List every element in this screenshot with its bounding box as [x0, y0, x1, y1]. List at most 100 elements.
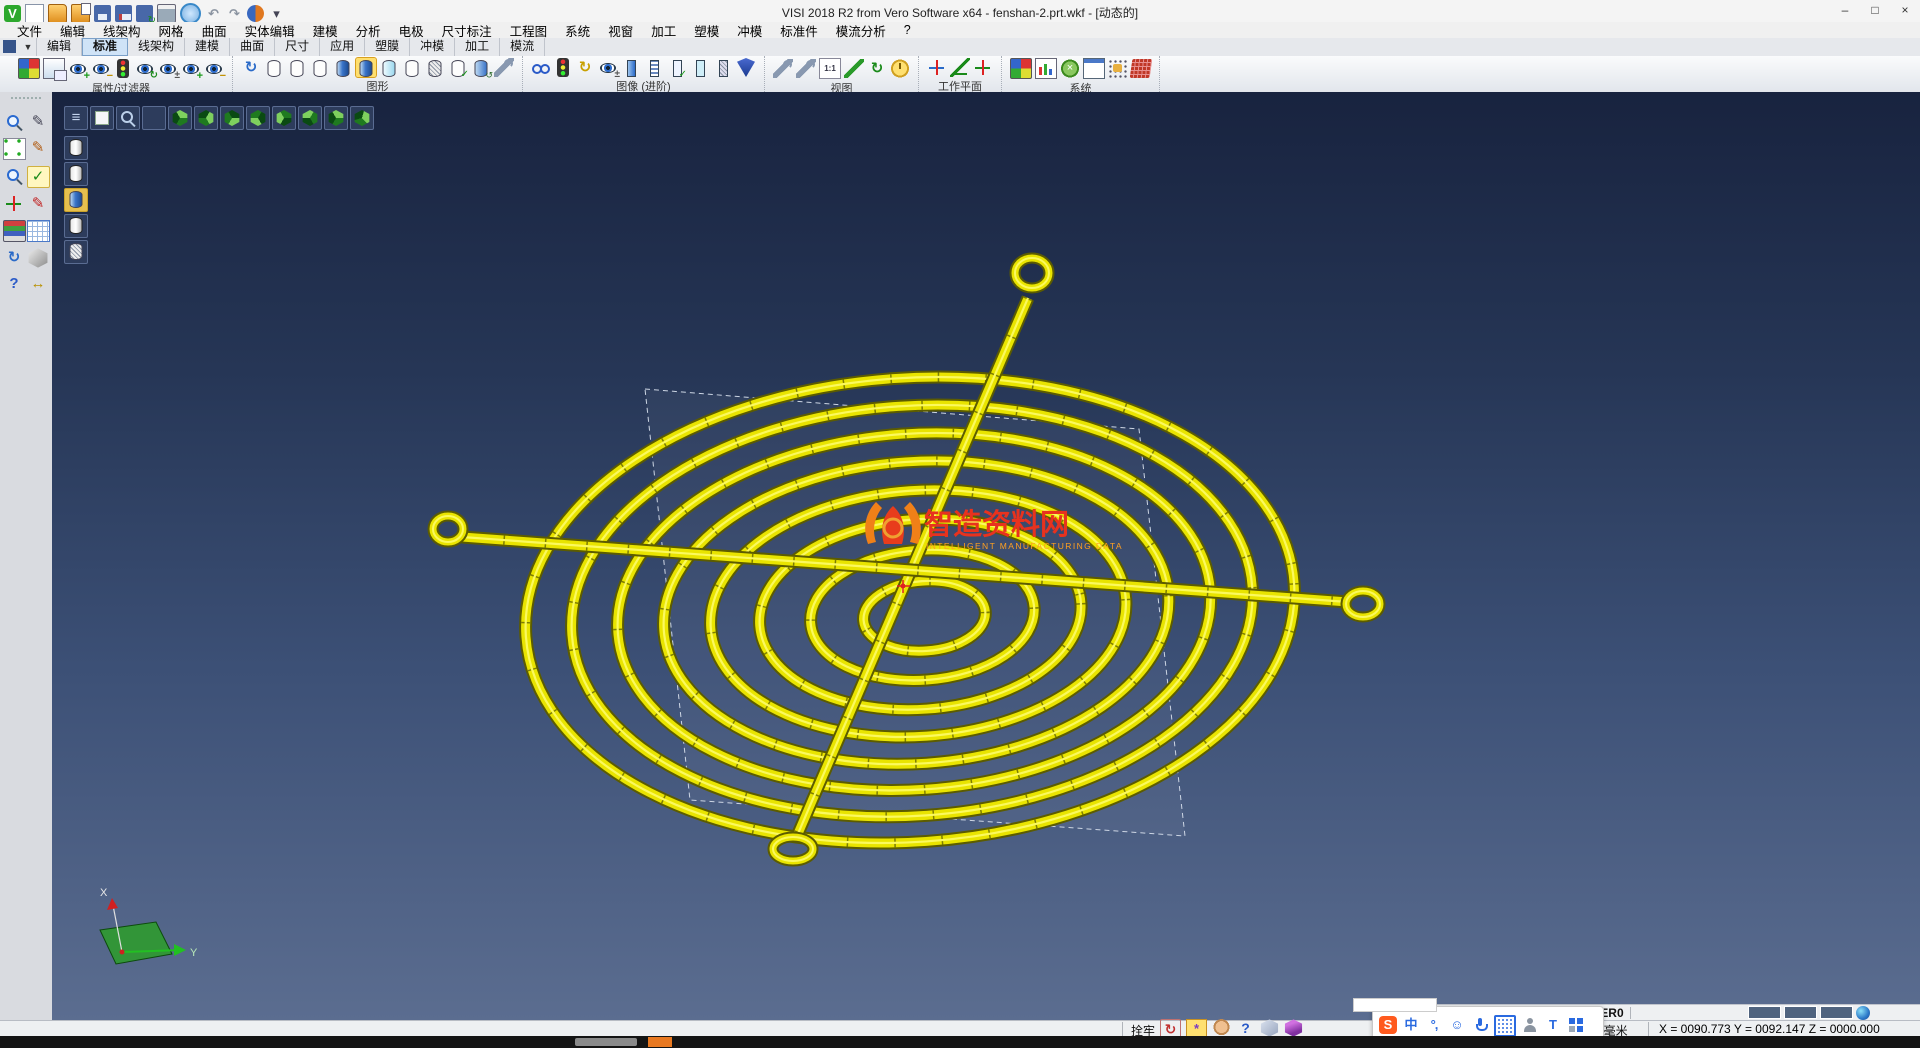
menu-系统[interactable]: 系统 — [556, 21, 599, 40]
advanced-filter-icon[interactable] — [557, 58, 569, 77]
language-globe-icon[interactable] — [1856, 1006, 1870, 1020]
menu-?[interactable]: ? — [895, 23, 920, 37]
view-timer-icon[interactable] — [890, 59, 910, 78]
view-iso-right-icon[interactable] — [246, 106, 270, 130]
ghost-mode-icon[interactable] — [402, 58, 422, 77]
hidden-line-mode-icon[interactable] — [287, 58, 307, 77]
status-workplane-cube-icon[interactable] — [1284, 1019, 1303, 1037]
wireframe-mode-icon[interactable] — [264, 58, 284, 77]
graphics-viewport[interactable]: 智造资料网 INTELLIGENT MANUFACTURING DATA X Y… — [52, 92, 1920, 1020]
status-help-icon[interactable]: ? — [1236, 1019, 1255, 1037]
section-striped-icon[interactable] — [644, 58, 664, 77]
menu-文件[interactable]: 文件 — [8, 21, 51, 40]
ime-skin-person-icon[interactable] — [1521, 1016, 1539, 1034]
view-iso-sw-icon[interactable] — [324, 106, 348, 130]
shade-hidden-icon[interactable] — [64, 162, 88, 186]
menu-建模[interactable]: 建模 — [304, 21, 347, 40]
workplane-align-icon[interactable] — [973, 58, 993, 77]
refresh-model-icon[interactable]: ↻ — [4, 248, 25, 268]
view-plane-icon[interactable] — [90, 106, 114, 130]
edit-cancel-icon[interactable]: ✎ — [28, 112, 49, 132]
section-blue-icon[interactable] — [621, 58, 641, 77]
sogou-logo-icon[interactable]: S — [1379, 1016, 1397, 1034]
tab-应用[interactable]: 应用 — [320, 38, 365, 56]
status-hand-icon[interactable] — [1212, 1019, 1231, 1037]
view-iso-left-icon[interactable] — [194, 106, 218, 130]
clip-plane-icon[interactable] — [736, 58, 756, 77]
tab-dropdown-caret[interactable]: ▼ — [20, 38, 37, 56]
status-snap-cube-icon[interactable] — [1260, 1019, 1279, 1037]
solid-cube-icon[interactable] — [28, 248, 49, 268]
menu-冲模[interactable]: 冲模 — [728, 21, 771, 40]
toggle-visibility-icon[interactable] — [158, 59, 178, 78]
refresh-visibility-icon[interactable] — [135, 59, 155, 78]
menu-实体编辑[interactable]: 实体编辑 — [236, 21, 304, 40]
tab-曲面[interactable]: 曲面 — [230, 38, 275, 56]
ime-emoji-icon[interactable]: ☺ — [1448, 1016, 1466, 1034]
section-light-icon[interactable] — [690, 58, 710, 77]
confirm-check-icon[interactable]: ✓ — [27, 166, 50, 188]
advanced-refresh-icon[interactable]: ↻ — [575, 58, 595, 77]
tab-冲模[interactable]: 冲模 — [410, 38, 455, 56]
menu-分析[interactable]: 分析 — [347, 21, 390, 40]
view-iso-back-icon[interactable] — [272, 106, 296, 130]
advanced-view-icon[interactable] — [531, 58, 551, 77]
ime-chinese-mode-icon[interactable]: 中 — [1402, 1016, 1420, 1034]
help-question-icon[interactable]: ? — [4, 274, 25, 294]
tab-线架构[interactable]: 线架构 — [128, 38, 185, 56]
menu-视窗[interactable]: 视窗 — [599, 21, 642, 40]
menu-模流分析[interactable]: 模流分析 — [827, 21, 895, 40]
menu-电极[interactable]: 电极 — [390, 21, 433, 40]
view-iso-top-icon[interactable] — [168, 106, 192, 130]
close-window-icon[interactable]: × — [1890, 0, 1920, 21]
system-chart-icon[interactable] — [1035, 58, 1057, 79]
display-settings-icon[interactable] — [494, 58, 514, 77]
menu-曲面[interactable]: 曲面 — [193, 21, 236, 40]
layer-color-3-icon[interactable] — [1820, 1006, 1853, 1019]
workplane-edit-icon[interactable] — [950, 58, 970, 77]
snap-settings-icon[interactable] — [1108, 59, 1128, 78]
measure-view-icon[interactable] — [844, 59, 864, 78]
shade-mesh-icon[interactable] — [64, 240, 88, 264]
layer-palette-icon[interactable] — [3, 220, 26, 242]
sketch-pen-icon[interactable]: ✎ — [28, 138, 49, 158]
shaded-check-mode-icon[interactable] — [448, 58, 468, 77]
ime-punctuation-icon[interactable]: °, — [1425, 1016, 1443, 1034]
ime-skin-shirt-icon[interactable]: T — [1544, 1016, 1562, 1034]
zoom-search-icon[interactable] — [4, 112, 25, 132]
ime-keyboard-icon[interactable] — [1494, 1015, 1516, 1037]
tab-标准[interactable]: 标准 — [82, 38, 128, 56]
tab-编辑[interactable]: 编辑 — [37, 38, 82, 56]
section-check-icon[interactable] — [667, 58, 687, 77]
view-tools-icon[interactable] — [773, 59, 793, 78]
shaded-mode-icon[interactable] — [333, 58, 353, 77]
view-zoom-icon[interactable] — [116, 106, 140, 130]
show-entities-icon[interactable] — [68, 59, 88, 78]
view-tools-alt-icon[interactable] — [796, 59, 816, 78]
move-axes-icon[interactable] — [4, 194, 25, 214]
section-mesh-icon[interactable] — [713, 58, 733, 77]
regen-view-icon[interactable]: ↻ — [867, 59, 887, 78]
color-table-icon[interactable] — [1010, 58, 1032, 79]
menu-标准件[interactable]: 标准件 — [771, 21, 827, 40]
layer-color-2-icon[interactable] — [1784, 1006, 1817, 1019]
tab-加工[interactable]: 加工 — [455, 38, 500, 56]
grid-pad-icon[interactable] — [1130, 59, 1153, 78]
minimize-window-icon[interactable]: – — [1830, 0, 1860, 21]
menu-工程图[interactable]: 工程图 — [501, 21, 557, 40]
dynamic-shade-mode-icon[interactable] — [471, 58, 491, 77]
menu-线架构[interactable]: 线架构 — [94, 21, 150, 40]
tab-建模[interactable]: 建模 — [185, 38, 230, 56]
tab-模流[interactable]: 模流 — [500, 38, 545, 56]
tab-尺寸[interactable]: 尺寸 — [275, 38, 320, 56]
system-settings-icon[interactable] — [1060, 59, 1080, 78]
transparent-mode-icon[interactable] — [379, 58, 399, 77]
attribute-delete-icon[interactable] — [18, 58, 40, 79]
add-to-visible-icon[interactable] — [181, 59, 201, 78]
view-axes-icon[interactable] — [142, 106, 166, 130]
curve-edit-icon[interactable]: ✎ — [28, 194, 49, 214]
view-iso-front-icon[interactable] — [220, 106, 244, 130]
regenerate-icon[interactable]: ↻ — [241, 58, 261, 77]
taskbar-item-gray[interactable] — [575, 1038, 637, 1046]
window-options-icon[interactable] — [1083, 58, 1105, 79]
